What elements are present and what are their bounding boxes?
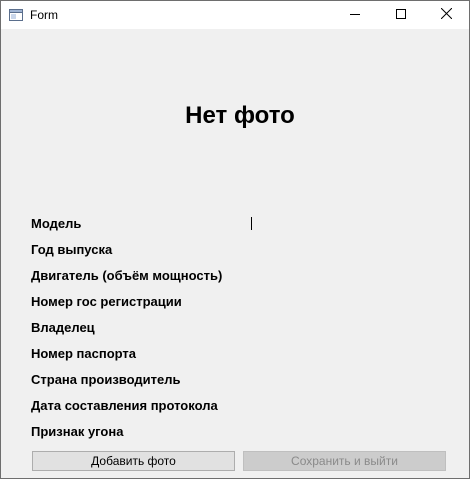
- maximize-icon: [396, 6, 406, 24]
- label-registration-number: Номер гос регистрации: [31, 294, 182, 309]
- label-theft-flag: Признак угона: [31, 424, 124, 439]
- add-photo-button[interactable]: Добавить фото: [32, 451, 235, 471]
- label-passport-number: Номер паспорта: [31, 346, 137, 361]
- close-icon: [440, 6, 452, 24]
- close-button[interactable]: [423, 1, 469, 29]
- label-year: Год выпуска: [31, 242, 113, 257]
- save-and-exit-button[interactable]: Сохранить и выйти: [243, 451, 446, 471]
- label-model: Модель: [31, 216, 82, 231]
- title-bar[interactable]: Form: [1, 1, 469, 29]
- label-owner: Владелец: [31, 320, 95, 335]
- photo-placeholder: Нет фото: [185, 102, 295, 129]
- label-engine: Двигатель (объём мощность): [31, 268, 223, 283]
- form-window-icon: [9, 8, 23, 21]
- minimize-icon: [350, 6, 360, 24]
- maximize-button[interactable]: [378, 1, 424, 29]
- form-window: Form Нет фото Модель Год выпуска Двигате…: [0, 0, 470, 479]
- label-country: Страна производитель: [31, 372, 181, 387]
- window-title: Form: [30, 8, 58, 22]
- text-cursor: [251, 217, 252, 230]
- minimize-button[interactable]: [332, 1, 378, 29]
- label-protocol-date: Дата составления протокола: [31, 398, 218, 413]
